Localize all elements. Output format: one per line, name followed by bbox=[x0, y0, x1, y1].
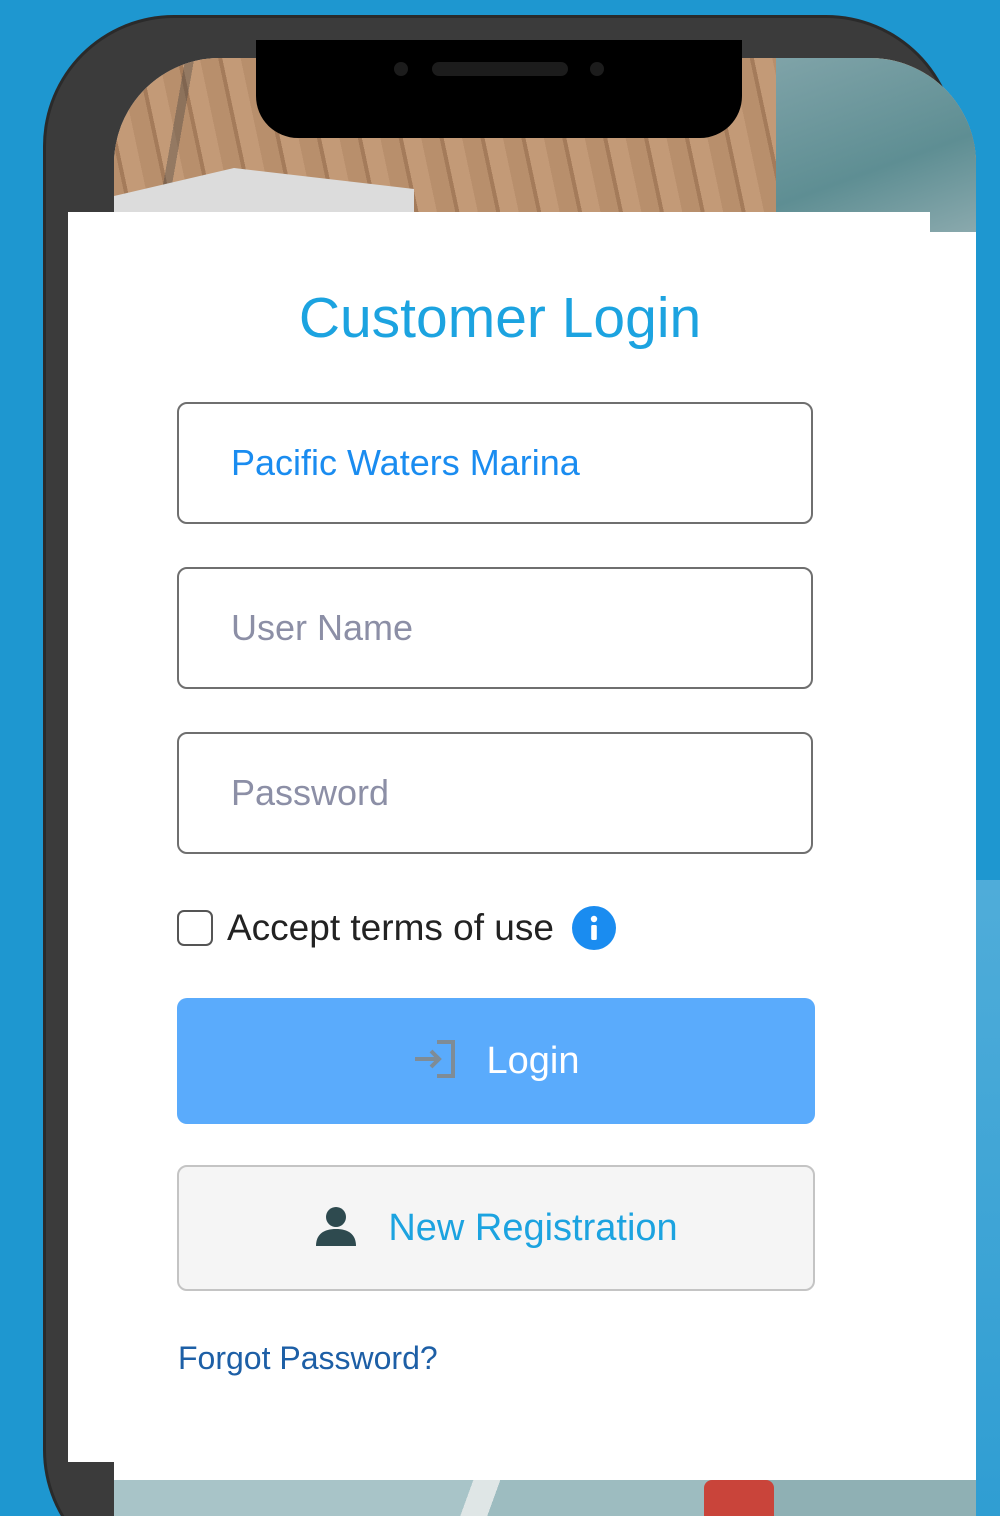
login-button-label: Login bbox=[486, 1039, 580, 1082]
terms-row: Accept terms of use bbox=[177, 906, 616, 950]
sensor-dot bbox=[590, 62, 604, 76]
login-arrow-icon bbox=[413, 1039, 457, 1084]
speaker-grille bbox=[432, 62, 568, 76]
login-button[interactable]: Login bbox=[177, 998, 815, 1124]
camera-dot bbox=[394, 62, 408, 76]
new-registration-label: New Registration bbox=[388, 1206, 678, 1249]
password-input[interactable] bbox=[229, 771, 793, 815]
marina-photo-bottom bbox=[114, 1480, 976, 1516]
new-registration-button[interactable]: New Registration bbox=[177, 1165, 815, 1291]
info-icon[interactable] bbox=[571, 906, 616, 950]
terms-checkbox[interactable] bbox=[177, 910, 213, 946]
user-icon bbox=[314, 1204, 358, 1253]
username-field[interactable] bbox=[177, 567, 813, 689]
password-field[interactable] bbox=[177, 732, 813, 854]
phone-notch bbox=[256, 40, 742, 138]
forgot-password-link[interactable]: Forgot Password? bbox=[178, 1340, 438, 1377]
page-title: Customer Login bbox=[298, 286, 702, 350]
username-input[interactable] bbox=[229, 606, 793, 650]
marina-input[interactable] bbox=[229, 441, 793, 485]
marina-field[interactable] bbox=[177, 402, 813, 524]
terms-label[interactable]: Accept terms of use bbox=[227, 907, 554, 949]
